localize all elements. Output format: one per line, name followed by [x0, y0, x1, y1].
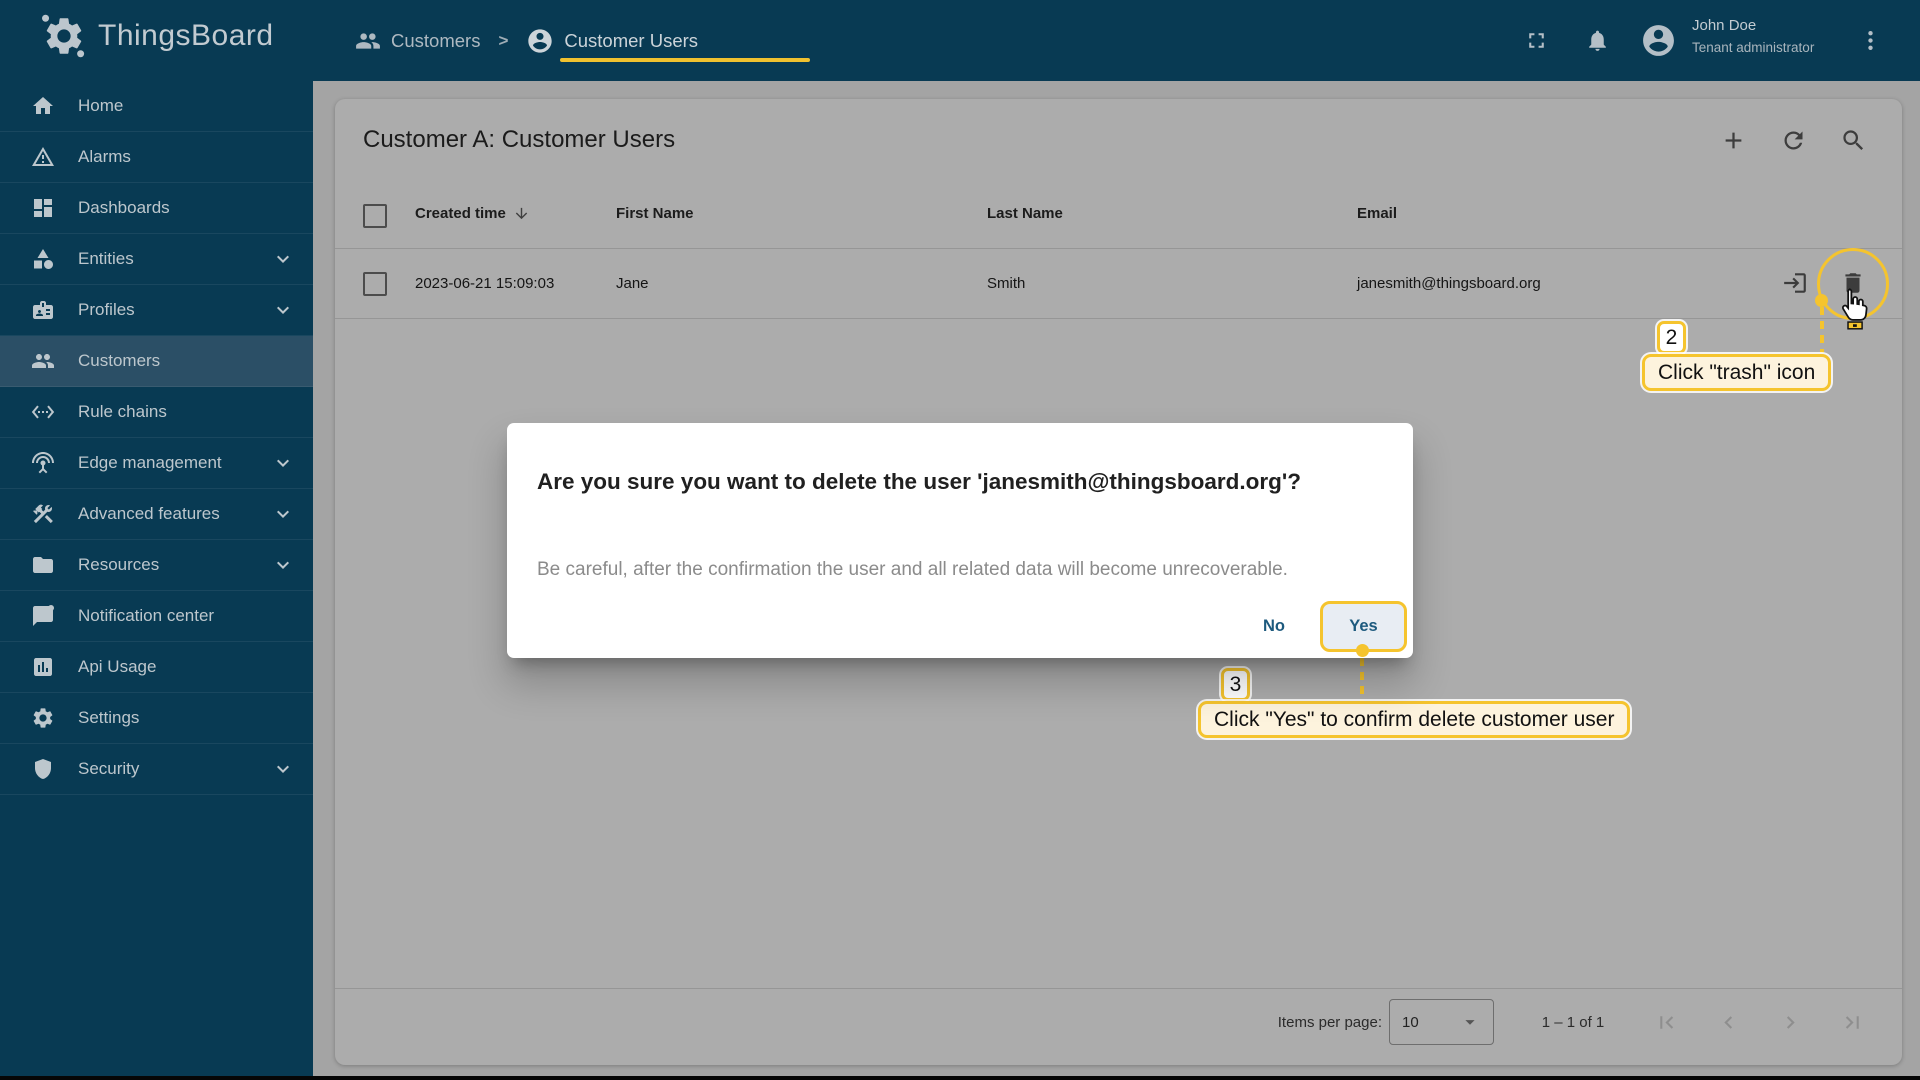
warning-icon — [31, 145, 55, 169]
sidebar-item-security[interactable]: Security — [0, 744, 313, 795]
column-header-created-time[interactable]: Created time — [415, 205, 530, 222]
user-avatar[interactable] — [1640, 22, 1677, 59]
confirm-delete-dialog: Are you sure you want to delete the user… — [507, 423, 1413, 658]
cell-email: janesmith@thingsboard.org — [1357, 275, 1541, 292]
chevron-down-icon — [271, 553, 295, 577]
app-logo[interactable]: ThingsBoard — [40, 12, 274, 60]
sidebar-item-profiles[interactable]: Profiles — [0, 285, 313, 336]
shield-icon — [31, 757, 55, 781]
sidebar-item-alarms[interactable]: Alarms — [0, 132, 313, 183]
card-toolbar — [1720, 127, 1867, 154]
pager-controls — [1654, 1010, 1865, 1035]
chevron-down-icon — [271, 757, 295, 781]
account-circle-icon — [526, 27, 554, 55]
kebab-menu-icon[interactable] — [1858, 28, 1883, 53]
login-as-user-icon[interactable] — [1782, 270, 1808, 296]
sidebar-item-dashboards[interactable]: Dashboards — [0, 183, 313, 234]
tutorial-step-3-badge: 3 — [1221, 668, 1250, 701]
tutorial-dot-3 — [1356, 644, 1369, 657]
people-icon — [31, 349, 55, 373]
sidebar-item-rule-chains[interactable]: Rule chains — [0, 387, 313, 438]
column-header-last-name[interactable]: Last Name — [987, 205, 1063, 222]
tools-icon — [31, 502, 55, 526]
fullscreen-icon[interactable] — [1524, 28, 1549, 53]
tutorial-dashed-line-2 — [1820, 307, 1824, 353]
sidebar-item-notification-center[interactable]: Notification center — [0, 591, 313, 642]
app-logo-text: ThingsBoard — [98, 19, 274, 53]
tutorial-step-3-label: Click "Yes" to confirm delete customer u… — [1198, 701, 1630, 738]
sort-desc-arrow-icon — [513, 205, 530, 222]
tutorial-step-2-label: Click "trash" icon — [1642, 354, 1831, 391]
select-all-checkbox[interactable] — [363, 204, 387, 228]
chevron-down-icon — [271, 298, 295, 322]
breadcrumb: Customers > Customer Users — [355, 0, 698, 81]
last-page-icon[interactable] — [1840, 1010, 1865, 1035]
page-size-select[interactable]: 10 — [1389, 999, 1494, 1045]
home-icon — [31, 94, 55, 118]
dropdown-arrow-icon — [1459, 1011, 1481, 1033]
column-header-first-name[interactable]: First Name — [616, 205, 694, 222]
category-icon — [31, 247, 55, 271]
dashboard-icon — [31, 196, 55, 220]
sidebar-item-customers[interactable]: Customers — [0, 336, 313, 387]
ethernet-icon — [31, 400, 55, 424]
search-icon[interactable] — [1840, 127, 1867, 154]
tutorial-dashed-line-3 — [1360, 658, 1364, 701]
tutorial-step-2-badge: 2 — [1657, 321, 1686, 354]
first-page-icon[interactable] — [1654, 1010, 1679, 1035]
tutorial-dot-2 — [1815, 294, 1828, 307]
mouse-cursor-pointer-icon — [1835, 287, 1871, 331]
page-title: Customer A: Customer Users — [363, 126, 675, 154]
folder-icon — [31, 553, 55, 577]
sidebar-item-api-usage[interactable]: Api Usage — [0, 642, 313, 693]
chevron-down-icon — [271, 247, 295, 271]
sidebar: Home Alarms Dashboards Entities Profiles… — [0, 81, 313, 1076]
user-menu[interactable]: John Doe Tenant administrator — [1692, 17, 1852, 55]
chevron-down-icon — [271, 502, 295, 526]
notifications-bell-icon[interactable] — [1585, 28, 1610, 53]
chevron-down-icon — [271, 451, 295, 475]
breadcrumb-customer-users[interactable]: Customer Users — [526, 27, 698, 55]
thingsboard-screen: ThingsBoard Customers > Customer Users J… — [0, 0, 1920, 1080]
next-page-icon[interactable] — [1778, 1010, 1803, 1035]
yes-button[interactable]: Yes — [1349, 617, 1377, 636]
sidebar-item-home[interactable]: Home — [0, 81, 313, 132]
cell-created-time: 2023-06-21 15:09:03 — [415, 275, 554, 292]
column-header-email[interactable]: Email — [1357, 205, 1397, 222]
cell-last-name: Smith — [987, 275, 1025, 292]
user-role: Tenant administrator — [1692, 40, 1852, 55]
pagination-range: 1 – 1 of 1 — [1503, 1014, 1643, 1031]
sidebar-item-resources[interactable]: Resources — [0, 540, 313, 591]
table-row-divider — [335, 318, 1902, 319]
chart-icon — [31, 655, 55, 679]
antenna-icon — [31, 451, 55, 475]
gear-icon — [31, 706, 55, 730]
row-checkbox[interactable] — [363, 272, 387, 296]
thingsboard-logo-icon — [40, 12, 88, 60]
breadcrumb-separator: > — [498, 31, 508, 51]
message-icon — [31, 604, 55, 628]
badge-icon — [31, 298, 55, 322]
refresh-icon[interactable] — [1780, 127, 1807, 154]
table-header-divider — [335, 248, 1902, 249]
sidebar-item-settings[interactable]: Settings — [0, 693, 313, 744]
user-name: John Doe — [1692, 17, 1852, 34]
window-bottom-edge — [0, 1076, 1920, 1080]
tutorial-underline-highlight — [560, 58, 810, 62]
sidebar-item-edge-management[interactable]: Edge management — [0, 438, 313, 489]
items-per-page-label: Items per page: — [1247, 1014, 1382, 1031]
breadcrumb-customers[interactable]: Customers — [355, 28, 480, 54]
top-bar: ThingsBoard Customers > Customer Users J… — [0, 0, 1920, 81]
dialog-message: Be careful, after the confirmation the u… — [537, 559, 1288, 581]
sidebar-item-entities[interactable]: Entities — [0, 234, 313, 285]
pagination-divider — [335, 988, 1902, 989]
sidebar-item-advanced-features[interactable]: Advanced features — [0, 489, 313, 540]
people-icon — [355, 28, 381, 54]
no-button[interactable]: No — [1244, 614, 1304, 638]
prev-page-icon[interactable] — [1716, 1010, 1741, 1035]
dialog-title: Are you sure you want to delete the user… — [537, 469, 1301, 495]
add-icon[interactable] — [1720, 127, 1747, 154]
cell-first-name: Jane — [616, 275, 649, 292]
page-size-value: 10 — [1402, 1014, 1419, 1031]
